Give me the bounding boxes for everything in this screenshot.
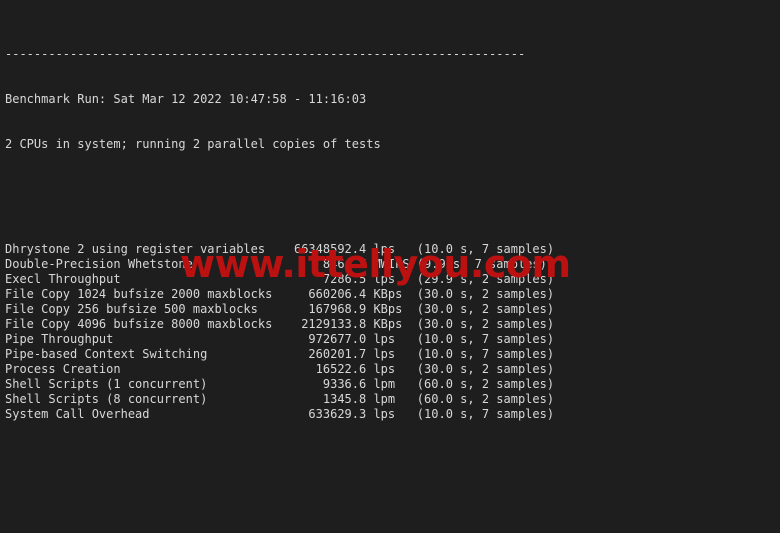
- benchmark-result-row: Execl Throughput 7286.5 lps (29.9 s, 2 s…: [5, 272, 555, 286]
- benchmark-result-row: File Copy 4096 bufsize 8000 maxblocks 21…: [5, 317, 555, 331]
- terminal-window: ----------------------------------------…: [0, 0, 780, 533]
- benchmark-result-row: Shell Scripts (1 concurrent) 9336.6 lpm …: [5, 377, 555, 391]
- terminal-console-output: ----------------------------------------…: [5, 2, 780, 533]
- benchmark-result-row: File Copy 256 bufsize 500 maxblocks 1679…: [5, 302, 555, 316]
- benchmark-result-row: Process Creation 16522.6 lps (30.0 s, 2 …: [5, 362, 555, 376]
- benchmark-result-row: Pipe-based Context Switching 260201.7 lp…: [5, 347, 555, 361]
- benchmark-result-row: Shell Scripts (8 concurrent) 1345.8 lpm …: [5, 392, 555, 406]
- cpu-count-line: 2 CPUs in system; running 2 parallel cop…: [5, 137, 381, 151]
- benchmark-result-row: Pipe Throughput 972677.0 lps (10.0 s, 7 …: [5, 332, 555, 346]
- benchmark-result-row: System Call Overhead 633629.3 lps (10.0 …: [5, 407, 555, 421]
- benchmark-result-row: Double-Precision Whetstone 8464.7 MWIPS …: [5, 257, 547, 271]
- raw-results-list: Dhrystone 2 using register variables 663…: [5, 242, 780, 422]
- benchmark-result-row: File Copy 1024 bufsize 2000 maxblocks 66…: [5, 287, 555, 301]
- benchmark-result-row: Dhrystone 2 using register variables 663…: [5, 242, 555, 256]
- benchmark-run-header: Benchmark Run: Sat Mar 12 2022 10:47:58 …: [5, 92, 367, 106]
- separator-rule-top: ----------------------------------------…: [5, 47, 526, 61]
